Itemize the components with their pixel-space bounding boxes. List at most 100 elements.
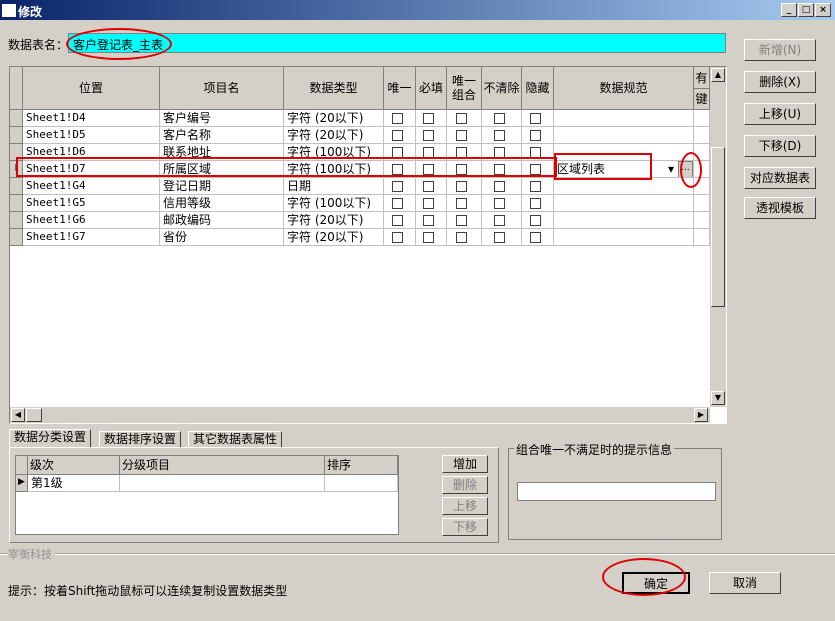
scroll-up-icon[interactable]: ▲ (711, 68, 725, 82)
required-checkbox[interactable] (423, 181, 434, 192)
unique-checkbox[interactable] (392, 181, 403, 192)
col-header-position[interactable]: 位置 (23, 67, 160, 110)
cell-extra[interactable] (694, 229, 710, 246)
maximize-button[interactable]: □ (798, 3, 814, 17)
cell-data-spec[interactable] (554, 212, 694, 229)
tab-classification[interactable]: 数据分类设置 (9, 429, 92, 448)
col-header-unique-combo[interactable]: 唯一 组合 (447, 67, 482, 110)
unique-combo-checkbox[interactable] (456, 198, 467, 209)
cell-extra[interactable] (694, 161, 710, 178)
col-header-required[interactable]: 必填 (416, 67, 447, 110)
cell-position[interactable]: Sheet1!G4 (23, 178, 160, 195)
required-checkbox[interactable] (423, 232, 434, 243)
sub-add-button[interactable]: 增加 (442, 455, 488, 473)
scroll-right-icon[interactable]: ▶ (694, 408, 708, 422)
cell-item-name[interactable]: 客户名称 (160, 127, 284, 144)
unique-combo-checkbox[interactable] (456, 232, 467, 243)
move-up-button[interactable]: 上移(U) (744, 103, 816, 125)
unique-combo-checkbox[interactable] (456, 181, 467, 192)
cell-item-name[interactable]: 联系地址 (160, 144, 284, 161)
row-header[interactable] (10, 178, 23, 195)
cell-position[interactable]: Sheet1!D7 (23, 161, 160, 178)
sub-cell-level[interactable]: 第1级 (28, 475, 120, 492)
no-clear-checkbox[interactable] (494, 164, 505, 175)
cell-position[interactable]: Sheet1!D6 (23, 144, 160, 161)
cell-extra[interactable] (694, 195, 710, 212)
cell-data-type[interactable]: 日期 (284, 178, 384, 195)
grid-horizontal-scrollbar[interactable]: ◀ ▶ (10, 407, 710, 423)
cell-data-type[interactable]: 字符 (20以下) (284, 212, 384, 229)
add-button[interactable]: 新增(N) (744, 39, 816, 61)
cell-extra[interactable] (694, 127, 710, 144)
scroll-down-icon[interactable]: ▼ (711, 391, 725, 405)
cell-extra[interactable] (694, 110, 710, 127)
cell-extra[interactable] (694, 144, 710, 161)
col-header-data-spec[interactable]: 数据规范 (554, 67, 694, 110)
cell-data-type[interactable]: 字符 (20以下) (284, 110, 384, 127)
no-clear-checkbox[interactable] (494, 181, 505, 192)
col-header-extra-1[interactable]: 有 (694, 67, 710, 89)
sub-col-header-sort[interactable]: 排序 (325, 456, 398, 475)
cell-data-type[interactable]: 字符 (100以下) (284, 144, 384, 161)
cell-extra[interactable] (694, 212, 710, 229)
row-header[interactable]: I (10, 161, 23, 178)
required-checkbox[interactable] (423, 215, 434, 226)
unique-combo-checkbox[interactable] (456, 113, 467, 124)
hidden-checkbox[interactable] (530, 198, 541, 209)
grid-vertical-scrollbar[interactable]: ▲ ▼ (710, 67, 726, 407)
required-checkbox[interactable] (423, 130, 434, 141)
cell-position[interactable]: Sheet1!D5 (23, 127, 160, 144)
cell-data-spec[interactable] (554, 195, 694, 212)
cell-data-type[interactable]: 字符 (20以下) (284, 229, 384, 246)
cell-data-type[interactable]: 字符 (100以下) (284, 161, 384, 178)
col-header-data-type[interactable]: 数据类型 (284, 67, 384, 110)
no-clear-checkbox[interactable] (494, 147, 505, 158)
sub-col-header-item[interactable]: 分级项目 (120, 456, 325, 475)
cell-data-spec[interactable]: 区域列表 ▾... (554, 161, 694, 178)
cell-position[interactable]: Sheet1!D4 (23, 110, 160, 127)
hidden-checkbox[interactable] (530, 215, 541, 226)
hscroll-thumb[interactable] (26, 408, 42, 422)
cell-item-name[interactable]: 信用等级 (160, 195, 284, 212)
cell-extra[interactable] (694, 178, 710, 195)
cell-item-name[interactable]: 所属区域 (160, 161, 284, 178)
unique-checkbox[interactable] (392, 198, 403, 209)
hidden-checkbox[interactable] (530, 113, 541, 124)
cell-item-name[interactable]: 省份 (160, 229, 284, 246)
tab-other-properties[interactable]: 其它数据表属性 (188, 431, 283, 448)
required-checkbox[interactable] (423, 113, 434, 124)
row-header[interactable] (10, 144, 23, 161)
unique-checkbox[interactable] (392, 215, 403, 226)
tab-sorting[interactable]: 数据排序设置 (99, 431, 182, 448)
classification-grid[interactable]: 级次 分级项目 排序 ▶ 第1级 (15, 455, 399, 535)
move-down-button[interactable]: 下移(D) (744, 135, 816, 157)
col-header-no-clear[interactable]: 不清除 (482, 67, 522, 110)
unique-checkbox[interactable] (392, 232, 403, 243)
sub-down-button[interactable]: 下移 (442, 518, 488, 536)
no-clear-checkbox[interactable] (494, 113, 505, 124)
col-header-extra-2[interactable]: 键 (694, 89, 710, 110)
sub-up-button[interactable]: 上移 (442, 497, 488, 515)
cell-data-spec[interactable] (554, 229, 694, 246)
sub-col-header-level[interactable]: 级次 (28, 456, 120, 475)
cell-position[interactable]: Sheet1!G6 (23, 212, 160, 229)
cell-data-spec[interactable] (554, 178, 694, 195)
hidden-checkbox[interactable] (530, 147, 541, 158)
cell-item-name[interactable]: 邮政编码 (160, 212, 284, 229)
hidden-checkbox[interactable] (530, 181, 541, 192)
hidden-checkbox[interactable] (530, 232, 541, 243)
unique-combo-checkbox[interactable] (456, 130, 467, 141)
row-header[interactable] (10, 195, 23, 212)
map-table-button[interactable]: 对应数据表 (744, 167, 816, 189)
combo-unique-message-input[interactable] (517, 482, 716, 501)
cell-position[interactable]: Sheet1!G5 (23, 195, 160, 212)
chevron-down-icon[interactable]: ▾ (668, 161, 674, 177)
row-header[interactable] (10, 127, 23, 144)
unique-checkbox[interactable] (392, 164, 403, 175)
unique-combo-checkbox[interactable] (456, 164, 467, 175)
row-header[interactable] (10, 110, 23, 127)
table-name-field[interactable]: 客户登记表_主表 (68, 33, 726, 53)
fields-grid[interactable]: 位置 项目名 数据类型 唯一 必填 唯一 组合 不清除 隐藏 数据规范 有 键 … (9, 66, 727, 424)
no-clear-checkbox[interactable] (494, 130, 505, 141)
close-button[interactable]: × (815, 3, 831, 17)
